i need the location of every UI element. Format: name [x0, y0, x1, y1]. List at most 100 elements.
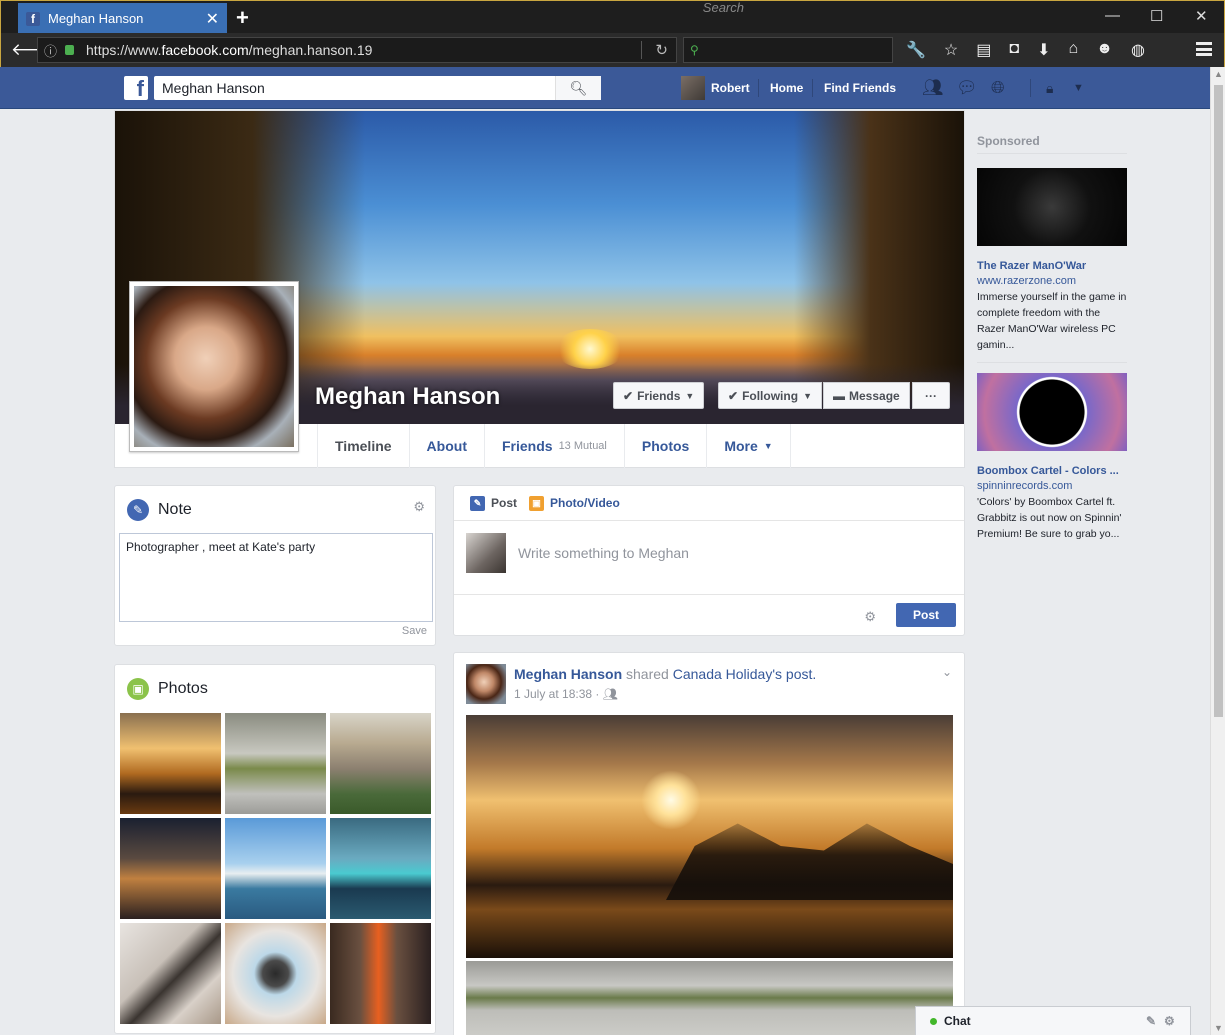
privacy-lock-icon[interactable]: 🔒︎: [1046, 80, 1053, 97]
ad-url[interactable]: www.razerzone.com: [977, 275, 1076, 287]
reading-list-icon[interactable]: ▤: [976, 40, 991, 60]
ad-description: Immerse yourself in the game in complete…: [977, 291, 1127, 351]
composer-footer: ⚙ Post: [454, 594, 964, 635]
smiley-icon[interactable]: ☻: [1096, 40, 1113, 60]
minimize-icon[interactable]: —: [1105, 7, 1120, 24]
mutual-count: 13 Mutual: [558, 440, 607, 452]
tab-friends[interactable]: Friends 13 Mutual: [483, 424, 624, 468]
reload-icon[interactable]: ↻: [655, 41, 668, 59]
browser-navbar: 🡐 ⓘ https://www.facebook.com/meghan.hans…: [0, 0, 1225, 67]
composer-tab-photo-video[interactable]: ▣ Photo/Video: [529, 495, 620, 511]
note-textarea[interactable]: Photographer , meet at Kate's party: [119, 533, 433, 622]
maximize-icon[interactable]: ☐: [1150, 7, 1163, 25]
photo-thumbnail[interactable]: [330, 923, 431, 1024]
facebook-top-bar: f 🔍︎ Robert Home Find Friends 👥︎ 💬︎ 🌐︎ 🔒…: [0, 67, 1210, 109]
notifications-globe-icon[interactable]: 🌐︎: [991, 78, 1005, 98]
pocket-icon[interactable]: ◘: [1009, 40, 1019, 60]
scroll-down-icon[interactable]: ▼: [1214, 1023, 1223, 1033]
post-button[interactable]: Post: [896, 603, 956, 627]
close-tab-icon[interactable]: ✕: [206, 9, 219, 29]
gear-icon[interactable]: ⚙: [1164, 1014, 1175, 1028]
ad-url[interactable]: spinninrecords.com: [977, 480, 1072, 492]
photo-thumbnail[interactable]: [330, 713, 431, 814]
sponsored-heading: Sponsored: [977, 134, 1040, 148]
gear-icon[interactable]: ⚙: [864, 609, 876, 625]
profile-tabs: Timeline About Friends 13 Mutual Photos M…: [317, 424, 791, 468]
info-icon[interactable]: ⓘ: [44, 41, 57, 60]
story-author-avatar[interactable]: [466, 664, 506, 704]
story-page-link[interactable]: Canada Holiday's: [673, 666, 782, 682]
home-link[interactable]: Home: [770, 81, 803, 95]
bookmark-star-icon[interactable]: ☆: [944, 40, 958, 60]
tab-timeline[interactable]: Timeline: [317, 424, 409, 468]
friends-button-label: Friends: [637, 388, 681, 403]
search-icon[interactable]: 🔍︎: [555, 76, 601, 100]
feed-story: Meghan Hanson shared Canada Holiday's po…: [453, 652, 965, 1035]
photo-thumbnail[interactable]: [120, 713, 221, 814]
browser-tab[interactable]: f Meghan Hanson ✕: [18, 3, 227, 34]
find-friends-link[interactable]: Find Friends: [824, 81, 896, 95]
url-bar[interactable]: ⓘ https://www.facebook.com/meghan.hanson…: [37, 37, 677, 63]
story-timestamp[interactable]: 1 July at 18:38 ·: [514, 687, 599, 701]
gear-icon[interactable]: ⚙: [413, 499, 425, 515]
photo-thumbnail[interactable]: [225, 713, 326, 814]
scrollbar-thumb[interactable]: [1214, 85, 1223, 717]
profile-link[interactable]: Robert: [681, 76, 750, 100]
friends-audience-icon[interactable]: 👥︎: [603, 687, 618, 701]
wrench-icon[interactable]: 🔧: [906, 40, 926, 60]
composer-avatar: [466, 533, 506, 573]
friends-button[interactable]: ✔ Friends ▼: [613, 382, 705, 409]
friend-requests-icon[interactable]: 👥︎: [922, 78, 944, 98]
download-icon[interactable]: ⬇: [1037, 40, 1050, 60]
photo-thumbnail[interactable]: [225, 818, 326, 919]
photo-thumbnail[interactable]: [330, 818, 431, 919]
lock-icon: [65, 45, 75, 55]
ad-image-razer[interactable]: [977, 168, 1127, 246]
home-icon[interactable]: ⌂: [1068, 40, 1078, 60]
page-scrollbar[interactable]: ▲ ▼: [1210, 67, 1225, 1035]
chevron-down-icon[interactable]: ⌄: [942, 665, 952, 679]
story-author-link[interactable]: Meghan Hanson: [514, 666, 622, 682]
caret-down-icon: ▼: [803, 390, 812, 401]
ad-title[interactable]: Boombox Cartel - Colors ...: [977, 465, 1127, 477]
following-button[interactable]: ✔ Following ▼: [718, 382, 822, 409]
story-photo-bridge[interactable]: [466, 715, 953, 958]
messages-icon[interactable]: 💬︎: [956, 78, 978, 98]
account-dropdown-icon[interactable]: ▼: [1073, 82, 1084, 94]
composer-input[interactable]: Write something to Meghan: [518, 545, 689, 561]
profile-name[interactable]: Meghan Hanson: [315, 383, 500, 411]
photo-thumbnail[interactable]: [225, 923, 326, 1024]
photo-thumbnail[interactable]: [120, 818, 221, 919]
photos-title[interactable]: ▣ Photos: [127, 678, 208, 700]
user-name: Robert: [711, 81, 750, 95]
new-tab-icon[interactable]: +: [236, 5, 249, 31]
tab-photos[interactable]: Photos: [623, 424, 706, 468]
ad-image-spinnin[interactable]: [977, 373, 1127, 451]
facebook-logo-icon[interactable]: f: [124, 76, 148, 100]
more-options-button[interactable]: ···: [912, 382, 950, 409]
scroll-up-icon[interactable]: ▲: [1214, 69, 1223, 79]
close-window-icon[interactable]: ✕: [1195, 7, 1208, 25]
profile-picture[interactable]: [129, 281, 299, 452]
facebook-search-input[interactable]: [154, 80, 554, 96]
browser-search-input[interactable]: ⚲ Search: [683, 0, 893, 63]
photo-thumbnail[interactable]: [120, 923, 221, 1024]
following-button-label: Following: [742, 388, 799, 403]
menu-hamburger-icon[interactable]: [1196, 42, 1212, 56]
photos-icon: ▣: [127, 678, 149, 700]
composer-tab-post[interactable]: ✎ Post: [470, 495, 517, 511]
story-object-link[interactable]: post.: [786, 666, 816, 682]
chat-bar[interactable]: Chat ✎ ⚙: [915, 1006, 1191, 1035]
search-engine-icon[interactable]: ⚲: [690, 43, 699, 57]
pencil-icon: ✎: [127, 499, 149, 521]
message-button-label: Message: [849, 388, 900, 403]
note-save-link[interactable]: Save: [402, 625, 427, 637]
photo-sun: [641, 770, 701, 830]
tab-about[interactable]: About: [408, 424, 484, 468]
extension-icon[interactable]: ◍: [1131, 40, 1145, 60]
tab-more[interactable]: More ▼: [706, 424, 791, 468]
new-message-icon[interactable]: ✎: [1146, 1014, 1156, 1028]
ad-title[interactable]: The Razer ManO'War: [977, 260, 1127, 272]
story-photo-street[interactable]: [466, 961, 953, 1035]
message-button[interactable]: ▬ Message: [823, 382, 910, 409]
